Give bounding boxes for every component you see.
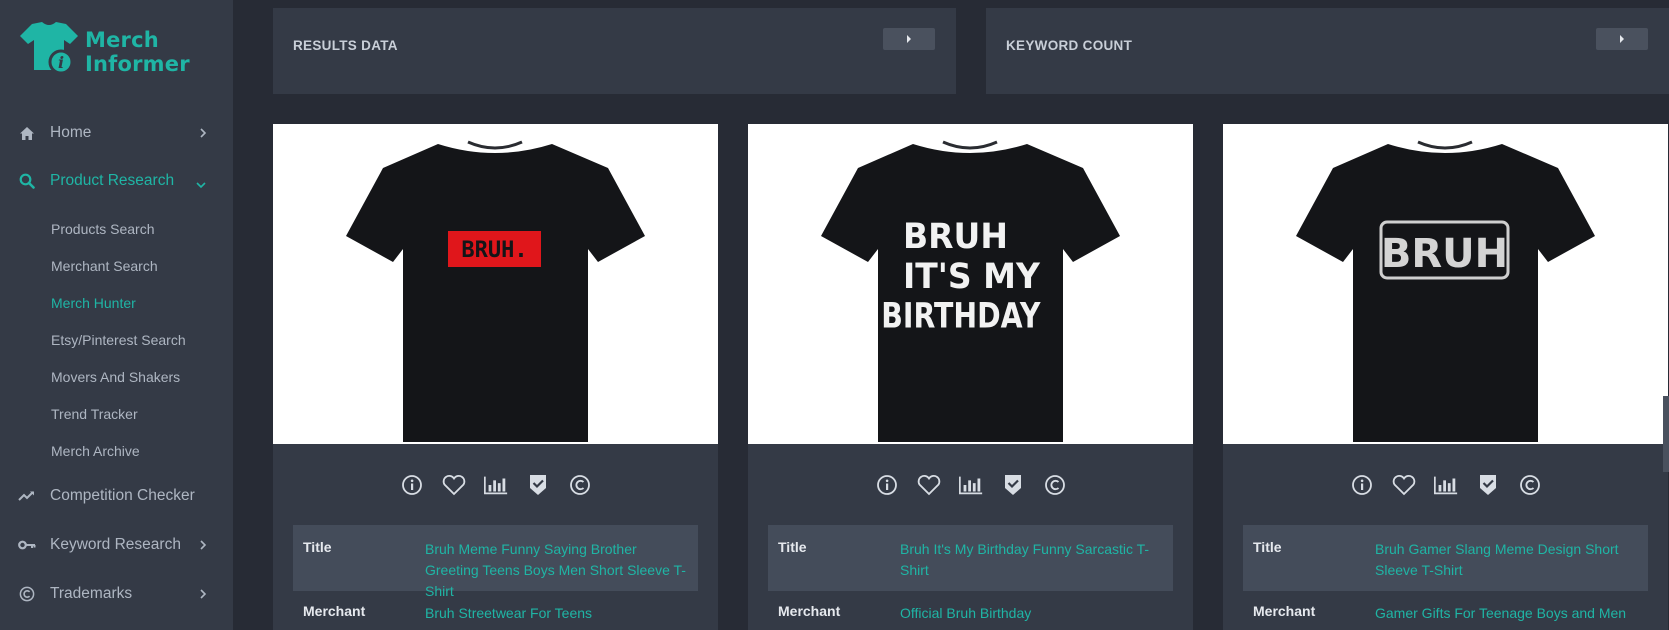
expand-button[interactable]: [883, 28, 935, 50]
heart-icon[interactable]: [1391, 472, 1417, 498]
title-label: Title: [1253, 539, 1282, 555]
panel-title: KEYWORD COUNT: [1006, 38, 1133, 53]
info-icon[interactable]: [1349, 472, 1375, 498]
trend-icon: [17, 490, 37, 502]
copyright-icon[interactable]: [567, 472, 593, 498]
copyright-icon[interactable]: [1042, 472, 1068, 498]
tshirt-shape: [1296, 144, 1595, 442]
product-card: BRUH IT'S MY BIRTHDAY Title Bruh It's My…: [748, 124, 1193, 630]
product-image[interactable]: BRUH.: [273, 124, 718, 444]
design-text-line: IT'S MY: [903, 256, 1040, 296]
design-text-line: BRUH: [903, 216, 1008, 256]
search-icon: [17, 173, 37, 189]
product-image[interactable]: BRUH: [1223, 124, 1668, 444]
sidebar-item-label: Product Research: [50, 172, 175, 189]
keyword-count-panel: KEYWORD COUNT: [986, 8, 1669, 94]
bar-chart-icon[interactable]: [483, 472, 509, 498]
title-label: Title: [778, 539, 807, 555]
sidebar-item-trademarks[interactable]: Trademarks: [0, 576, 233, 612]
heart-icon[interactable]: [441, 472, 467, 498]
brand-name-line2: Informer: [85, 52, 190, 76]
chevron-right-icon: [199, 587, 207, 605]
sidebar-item-home[interactable]: Home: [0, 115, 233, 151]
key-icon: [17, 539, 37, 551]
chevron-right-icon: [199, 538, 207, 556]
product-title-link[interactable]: Bruh Gamer Slang Meme Design Short Sleev…: [1375, 539, 1640, 581]
home-icon: [17, 126, 37, 141]
scrollbar-thumb[interactable]: [1663, 396, 1669, 472]
sidebar-subitem-merch-hunter[interactable]: Merch Hunter: [51, 295, 136, 311]
info-icon[interactable]: [874, 472, 900, 498]
product-title-link[interactable]: Bruh It's My Birthday Funny Sarcastic T-…: [900, 539, 1165, 581]
results-data-panel: RESULTS DATA: [273, 8, 956, 94]
chevron-right-icon: [199, 126, 207, 144]
design-text-line: BIRTHDAY: [881, 297, 1041, 336]
sidebar-subitem-merchant-search[interactable]: Merchant Search: [51, 258, 158, 274]
merchant-row: Merchant Gamer Gifts For Teenage Boys an…: [1243, 591, 1648, 630]
product-card: BRUH. Title Bruh Meme Funny Saying Broth…: [273, 124, 718, 630]
merchant-row: Merchant Bruh Streetwear For Teens: [293, 591, 698, 630]
caret-right-icon: [907, 35, 911, 43]
product-actions: [748, 470, 1193, 500]
sidebar-item-product-research[interactable]: Product Research: [0, 163, 233, 199]
sidebar-item-keyword-research[interactable]: Keyword Research: [0, 527, 233, 563]
design-text: BRUH.: [461, 238, 527, 263]
sidebar-subitem-products-search[interactable]: Products Search: [51, 221, 155, 237]
sidebar-subitem-etsy-pinterest-search[interactable]: Etsy/Pinterest Search: [51, 332, 186, 348]
shield-check-icon[interactable]: [1475, 472, 1501, 498]
info-icon[interactable]: [399, 472, 425, 498]
sidebar-item-label: Home: [50, 124, 92, 141]
merchant-label: Merchant: [1253, 603, 1316, 619]
design-text: BRUH: [1381, 231, 1508, 277]
merchant-row: Merchant Official Bruh Birthday: [768, 591, 1173, 630]
product-image[interactable]: BRUH IT'S MY BIRTHDAY: [748, 124, 1193, 444]
bar-chart-icon[interactable]: [958, 472, 984, 498]
sidebar-subitem-trend-tracker[interactable]: Trend Tracker: [51, 406, 138, 422]
sidebar: i Merch Informer Home Product Research P…: [0, 0, 233, 630]
caret-right-icon: [1620, 35, 1624, 43]
product-info-table: Title Bruh It's My Birthday Funny Sarcas…: [768, 525, 1173, 630]
copyright-icon[interactable]: [1517, 472, 1543, 498]
bar-chart-icon[interactable]: [1433, 472, 1459, 498]
sidebar-item-label: Trademarks: [50, 585, 133, 602]
sidebar-item-competition-checker[interactable]: Competition Checker: [0, 478, 233, 514]
merchant-link[interactable]: Bruh Streetwear For Teens: [425, 603, 690, 624]
title-label: Title: [303, 539, 332, 555]
product-info-table: Title Bruh Gamer Slang Meme Design Short…: [1243, 525, 1648, 630]
merchant-link[interactable]: Gamer Gifts For Teenage Boys and Men: [1375, 603, 1640, 624]
svg-text:i: i: [58, 53, 64, 72]
panel-title: RESULTS DATA: [293, 38, 398, 53]
product-card: BRUH Title Bruh Gamer Slang Meme Design …: [1223, 124, 1668, 630]
brand-logo[interactable]: i Merch Informer: [18, 20, 218, 80]
shield-check-icon[interactable]: [1000, 472, 1026, 498]
title-row: Title Bruh Gamer Slang Meme Design Short…: [1243, 525, 1648, 591]
title-row: Title Bruh It's My Birthday Funny Sarcas…: [768, 525, 1173, 591]
merchant-label: Merchant: [778, 603, 841, 619]
product-actions: [1223, 470, 1668, 500]
sidebar-subitem-movers-and-shakers[interactable]: Movers And Shakers: [51, 369, 180, 385]
brand-name-line1: Merch: [85, 28, 159, 52]
tshirt-info-icon: i: [20, 22, 78, 75]
title-row: Title Bruh Meme Funny Saying Brother Gre…: [293, 525, 698, 599]
merchant-label: Merchant: [303, 603, 366, 619]
heart-icon[interactable]: [916, 472, 942, 498]
product-info-table: Title Bruh Meme Funny Saying Brother Gre…: [293, 525, 698, 630]
product-actions: [273, 470, 718, 500]
sidebar-subitem-merch-archive[interactable]: Merch Archive: [51, 443, 140, 459]
copyright-icon: [17, 586, 37, 602]
tshirt-shape: [346, 144, 645, 442]
sidebar-item-label: Keyword Research: [50, 536, 181, 553]
shield-check-icon[interactable]: [525, 472, 551, 498]
chevron-down-icon: [195, 176, 207, 194]
merchant-link[interactable]: Official Bruh Birthday: [900, 603, 1165, 624]
expand-button[interactable]: [1596, 28, 1648, 50]
sidebar-item-label: Competition Checker: [50, 487, 195, 504]
